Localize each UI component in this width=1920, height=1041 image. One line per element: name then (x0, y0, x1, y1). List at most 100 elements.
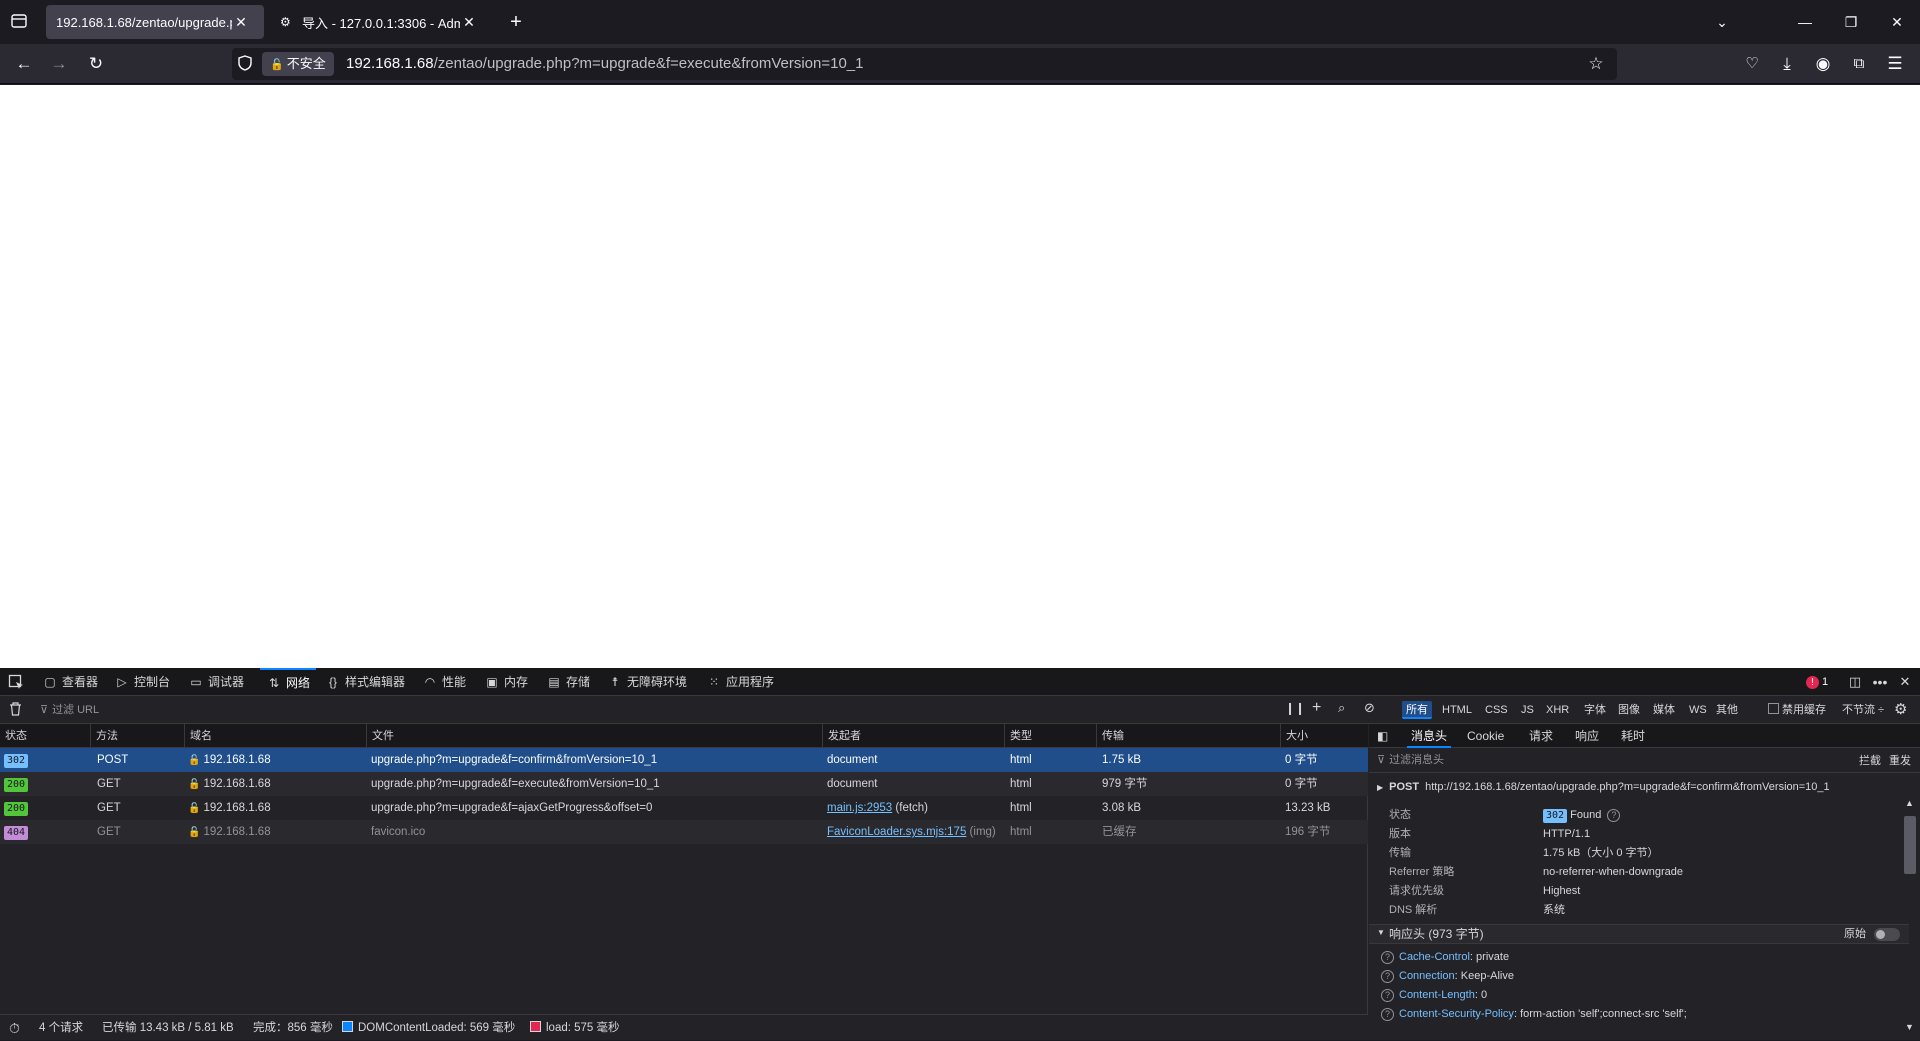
devtools-tab-style-editor[interactable]: {} 样式编辑器 (325, 668, 405, 696)
devtools-tab-network[interactable]: ⇅ 网络 (260, 668, 317, 696)
insecure-connection-badge[interactable]: 🔓 不安全 (262, 52, 334, 76)
help-icon[interactable]: ? (1607, 809, 1621, 822)
browser-tab-active[interactable]: 192.168.1.68/zentao/upgrade.php?m=upgrad… (46, 5, 264, 39)
load-time: load: 575 毫秒 (530, 1015, 620, 1041)
network-settings-gear-icon[interactable]: ⚙ (1894, 700, 1907, 718)
request-row[interactable]: 302 POST 🔓 192.168.1.68 upgrade.php?m=upgrad… (0, 748, 1368, 772)
block-button[interactable]: 拦截 (1859, 752, 1881, 768)
downloads-icon[interactable]: ⤓ (1773, 50, 1801, 78)
help-icon[interactable]: ? (1381, 951, 1394, 964)
column-file[interactable]: 文件 (366, 724, 822, 748)
details-scrollbar[interactable]: ▲ ▼ (1903, 798, 1917, 1036)
tracking-shield-icon[interactable] (238, 55, 254, 73)
request-row[interactable]: 404 GET 🔓 192.168.1.68 favicon.ico FaviconLoa… (0, 820, 1368, 844)
type-filter-all[interactable]: 所有 (1402, 701, 1432, 719)
request-row[interactable]: 200 GET 🔓 192.168.1.68 upgrade.php?m=upgrade… (0, 796, 1368, 820)
forward-arrow-icon[interactable]: → (45, 50, 73, 78)
new-tab-button[interactable]: + (504, 10, 528, 34)
dock-side-icon[interactable]: ◫ (1846, 673, 1864, 691)
clear-log-trash-icon[interactable] (9, 702, 23, 718)
type-filter-xhr[interactable]: XHR (1542, 701, 1573, 719)
performance-analysis-icon[interactable]: ⏱ (9, 1015, 20, 1041)
initiator-link[interactable]: main.js:2953 (827, 802, 892, 814)
raw-toggle-switch[interactable] (1874, 928, 1900, 941)
close-tab-icon[interactable]: ✕ (460, 14, 478, 31)
url-text[interactable]: 192.168.1.68/zentao/upgrade.php?m=upgrad… (346, 48, 864, 80)
column-size[interactable]: 大小 (1280, 724, 1368, 748)
type-filter-css[interactable]: CSS (1481, 701, 1512, 719)
column-type[interactable]: 类型 (1004, 724, 1096, 748)
request-row[interactable]: 200 GET 🔓 192.168.1.68 upgrade.php?m=upgrade… (0, 772, 1368, 796)
scrollbar-thumb[interactable] (1904, 816, 1916, 874)
details-tab-request[interactable]: 请求 (1529, 724, 1553, 748)
close-devtools-icon[interactable]: ✕ (1896, 673, 1914, 691)
headers-filter-input[interactable]: ⊽ 过滤消息头 (1377, 750, 1777, 770)
toggle-sidebar-icon[interactable]: ◧ (1377, 729, 1388, 743)
element-picker-icon[interactable] (8, 674, 24, 690)
type-filter-images[interactable]: 图像 (1614, 701, 1644, 719)
cell-status: 200 (4, 796, 90, 820)
block-requests-icon[interactable]: ⊘ (1364, 700, 1375, 716)
devtools-tab-accessibility[interactable]: ☨ 无障碍环境 (607, 668, 687, 696)
restore-window-button[interactable]: ❐ (1831, 8, 1871, 36)
browser-tab[interactable]: ⚙ 导入 - 127.0.0.1:3306 - Adminer ✕ (270, 5, 488, 39)
devtools-tab-application[interactable]: ⁙ 应用程序 (706, 668, 774, 696)
url-bar[interactable]: 🔓 不安全 192.168.1.68/zentao/upgrade.php?m=u… (232, 48, 1617, 80)
tab-overflow-chevron-icon[interactable]: ⌄ (1702, 8, 1742, 36)
more-options-icon[interactable]: ••• (1870, 673, 1890, 691)
add-filter-icon[interactable]: + (1312, 699, 1321, 717)
type-filter-other[interactable]: 其他 (1712, 701, 1742, 719)
request-line[interactable]: ▶ POST http://192.168.1.68/zentao/upgrade.… (1377, 778, 1830, 797)
type-filter-html[interactable]: HTML (1438, 701, 1476, 719)
column-initiator[interactable]: 发起者 (822, 724, 1004, 748)
throttling-select[interactable]: 不节流 ÷ (1842, 701, 1884, 719)
bookmark-star-icon[interactable]: ☆ (1584, 52, 1608, 76)
close-tab-icon[interactable]: ✕ (232, 14, 250, 31)
pocket-icon[interactable]: ♡ (1738, 50, 1766, 78)
close-window-button[interactable]: ✕ (1877, 8, 1917, 36)
initiator-link[interactable]: FaviconLoader.sys.mjs:175 (827, 826, 966, 838)
status-code-badge: 302 (1543, 809, 1568, 823)
type-filter-js[interactable]: JS (1517, 701, 1538, 719)
type-filter-fonts[interactable]: 字体 (1580, 701, 1610, 719)
column-transferred[interactable]: 传输 (1096, 724, 1280, 748)
column-method[interactable]: 方法 (90, 724, 184, 748)
column-status[interactable]: 状态 (0, 724, 90, 748)
search-icon[interactable]: ⌕ (1338, 700, 1345, 716)
devtools-tab-console[interactable]: ▷ 控制台 (114, 668, 170, 696)
type-filter-ws[interactable]: WS (1685, 701, 1711, 719)
devtools-tab-inspector[interactable]: ▢ 查看器 (42, 668, 98, 696)
back-arrow-icon[interactable]: ← (10, 50, 38, 78)
account-icon[interactable]: ◉ (1809, 50, 1837, 78)
devtools-tab-performance[interactable]: ◠ 性能 (422, 668, 466, 696)
details-tab-headers[interactable]: 消息头 (1407, 724, 1452, 748)
devtools-tab-debugger[interactable]: ▭ 调试器 (188, 668, 244, 696)
pause-recording-icon[interactable]: ❙❙ (1285, 701, 1305, 715)
scroll-down-arrow-icon[interactable]: ▼ (1905, 1022, 1914, 1032)
help-icon[interactable]: ? (1381, 1008, 1394, 1021)
scroll-up-arrow-icon[interactable]: ▲ (1905, 798, 1914, 808)
devtools-tab-memory[interactable]: ▣ 内存 (484, 668, 528, 696)
details-tab-timings[interactable]: 耗时 (1621, 724, 1645, 748)
resend-button[interactable]: 重发 (1889, 752, 1911, 768)
app-menu-icon[interactable]: ☰ (1881, 50, 1909, 78)
help-icon[interactable]: ? (1381, 970, 1394, 983)
details-tabs: ◧ 消息头 Cookie 请求 响应 耗时 (1369, 724, 1920, 748)
tab-list-icon[interactable] (10, 12, 30, 32)
column-domain[interactable]: 域名 (184, 724, 366, 748)
cell-size: 196 字节 (1285, 826, 1331, 838)
extensions-icon[interactable]: ⧉ (1845, 50, 1873, 78)
response-headers-section[interactable]: ▼ 响应头 (973 字节) 原始 (1369, 924, 1909, 944)
cell-status: 404 (4, 820, 90, 844)
devtools-tab-storage[interactable]: ▤ 存储 (546, 668, 590, 696)
type-filter-media[interactable]: 媒体 (1649, 701, 1679, 719)
help-icon[interactable]: ? (1381, 989, 1394, 1002)
disable-cache-checkbox[interactable]: 禁用缓存 (1768, 701, 1826, 719)
reload-icon[interactable]: ↻ (82, 50, 110, 78)
minimize-window-button[interactable]: — (1785, 8, 1825, 36)
divider (1369, 772, 1920, 773)
details-tab-cookies[interactable]: Cookie (1467, 724, 1504, 748)
url-filter-input[interactable]: ⊽ 过滤 URL (40, 700, 1270, 720)
details-tab-response[interactable]: 响应 (1575, 724, 1599, 748)
error-count-badge[interactable]: ! 1 (1806, 674, 1828, 690)
